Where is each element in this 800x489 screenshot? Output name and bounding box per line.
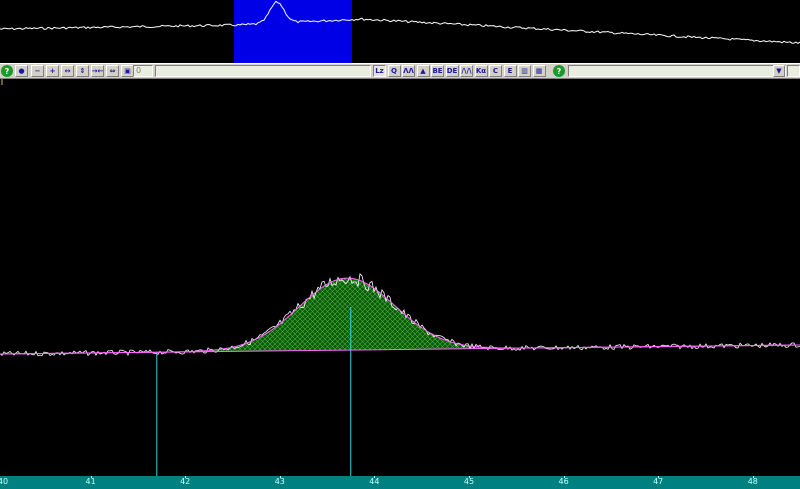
zoom-x-in-button[interactable]: →←: [91, 65, 104, 77]
spectrum-plot[interactable]: [0, 79, 800, 476]
help-button[interactable]: ?: [1, 65, 13, 77]
zoom-y-out-button[interactable]: ⇕: [76, 65, 89, 77]
minus-button[interactable]: −: [31, 65, 44, 77]
ka-tool-button[interactable]: Kα: [474, 65, 488, 77]
extra-field[interactable]: [787, 65, 800, 77]
x-axis-tick-label: 40: [0, 477, 9, 486]
area-tool-button[interactable]: ▲: [416, 65, 430, 77]
stop-button[interactable]: ●: [15, 65, 28, 77]
overview-trace: [0, 0, 800, 44]
zoom-tool-button[interactable]: Q: [387, 65, 401, 77]
zoom-y-in-button[interactable]: ⇔: [106, 65, 119, 77]
histogram-tool-button[interactable]: ▥: [518, 65, 531, 77]
value-field[interactable]: 0: [133, 65, 153, 77]
de-tool-button[interactable]: DE: [445, 65, 459, 77]
cursor-tool-button[interactable]: Lz: [373, 65, 386, 77]
x-axis-tick-label: 48: [747, 477, 758, 486]
fit-tool-button[interactable]: /\/\: [460, 65, 473, 77]
dropdown-arrow-button[interactable]: ▼: [773, 65, 785, 77]
chevron-down-icon: ▼: [776, 66, 782, 75]
overview-spectrum[interactable]: [0, 0, 800, 63]
x-axis-tick-label: 45: [463, 477, 475, 486]
x-axis: 40 41 42 43 44 45 46 47 48: [0, 476, 800, 489]
x-axis-tick-label: 43: [274, 477, 285, 486]
range-dropdown[interactable]: [568, 65, 786, 77]
plus-button[interactable]: +: [46, 65, 59, 77]
peak-tool-button[interactable]: ΛΛ: [402, 65, 415, 77]
overview-selection-window[interactable]: [234, 0, 352, 63]
x-axis-tick-label: 47: [653, 477, 664, 486]
calibration-tool-button[interactable]: C: [489, 65, 502, 77]
toolbar: ? ● − + ↔ ⇕ →← ⇔ ▣ 0 Lz Q ΛΛ ▲ BE DE/\/\ Kα C E ▥ ▦ ? ▼: [0, 63, 800, 79]
status-field[interactable]: [155, 65, 371, 77]
energy-tool-button[interactable]: E: [503, 65, 517, 77]
zoom-x-out-button[interactable]: ↔: [61, 65, 74, 77]
x-axis-tick-label: 42: [180, 477, 191, 486]
grid-tool-button[interactable]: ▦: [532, 65, 546, 77]
x-axis-tick-label: 46: [558, 477, 569, 486]
x-axis-tick-label: 44: [369, 477, 380, 486]
x-axis-tick-label: 41: [85, 477, 96, 486]
be-tool-button[interactable]: BE: [431, 65, 444, 77]
stop-icon: ●: [18, 66, 25, 75]
peak-area-fill[interactable]: [150, 278, 560, 353]
help-button-2[interactable]: ?: [553, 65, 565, 77]
